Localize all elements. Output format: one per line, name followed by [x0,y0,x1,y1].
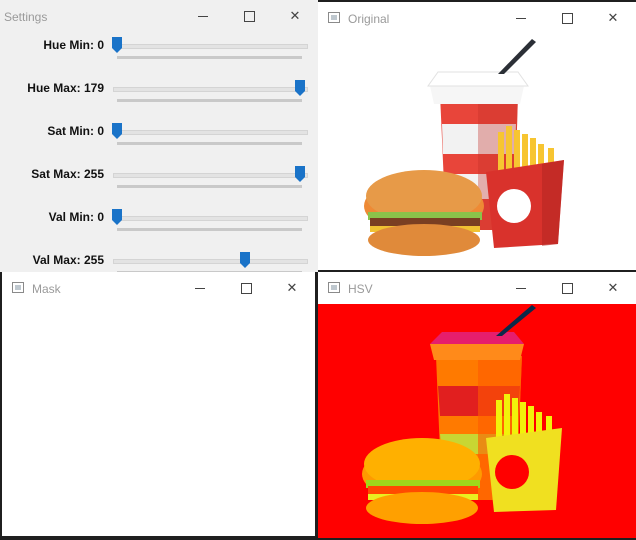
trackbar-track[interactable] [113,87,308,92]
close-icon: ✕ [607,280,619,295]
maximize-button[interactable] [544,272,590,304]
maximize-icon [243,11,255,23]
minimize-icon [195,288,205,290]
trackbar-row: Sat Min: 0 [0,122,318,165]
trackbar-label: Hue Min: 0 [43,38,104,52]
close-icon: ✕ [289,8,301,23]
settings-titlebar[interactable]: Settings ✕ [0,0,318,34]
mask-titlebar[interactable]: Mask ✕ [2,272,315,304]
hsv-illustration [362,305,562,524]
trackbar-thumb[interactable] [111,208,123,225]
close-icon: ✕ [286,280,298,295]
mask-image [2,304,315,536]
minimize-button[interactable] [177,272,223,304]
original-titlebar[interactable]: Original ✕ [318,2,636,34]
window-title: Settings [4,10,48,24]
minimize-icon [198,16,208,18]
minimize-button[interactable] [498,272,544,304]
maximize-icon [561,283,573,295]
trackbar-track[interactable] [113,173,308,178]
window-title: Mask [32,282,61,296]
trackbar-thumb[interactable] [294,165,306,182]
minimize-button[interactable] [180,0,226,32]
fast-food-illustration [364,39,564,256]
trackbar-ticks [117,56,302,59]
window-title: HSV [348,282,373,296]
close-button[interactable]: ✕ [269,272,315,304]
minimize-icon [516,18,526,20]
trackbar-row: Val Min: 0 [0,208,318,251]
trackbar-ticks [117,99,302,102]
maximize-button[interactable] [226,0,272,32]
trackbar-row: Val Max: 255 [0,251,318,272]
maximize-button[interactable] [223,272,269,304]
close-button[interactable]: ✕ [590,2,636,34]
close-button[interactable]: ✕ [590,272,636,304]
hsv-titlebar[interactable]: HSV ✕ [318,272,636,304]
trackbar-track[interactable] [113,216,308,221]
trackbar-row: Hue Min: 0 [0,36,318,79]
hsv-window: HSV ✕ [318,272,636,538]
trackbar-track[interactable] [113,130,308,135]
trackbar-thumb[interactable] [111,122,123,139]
close-button[interactable]: ✕ [272,0,318,32]
trackbar-label: Val Min: 0 [48,210,104,224]
window-app-icon [328,282,340,293]
trackbar-row: Hue Max: 179 [0,79,318,122]
close-icon: ✕ [607,10,619,25]
minimize-button[interactable] [498,2,544,34]
trackbar-row: Sat Max: 255 [0,165,318,208]
trackbar-thumb[interactable] [111,36,123,53]
hsv-image [318,304,636,538]
original-image [318,34,636,270]
trackbar-ticks [117,185,302,188]
trackbar-ticks [117,228,302,231]
maximize-button[interactable] [544,2,590,34]
trackbar-track[interactable] [113,259,308,264]
maximize-icon [561,13,573,25]
settings-window: Settings ✕ Hue Min: 0 Hue Max: 179 Sat Min… [0,0,318,272]
trackbar-label: Sat Min: 0 [47,124,104,138]
original-window: Original ✕ [318,2,636,270]
trackbar-label: Hue Max: 179 [27,81,104,95]
minimize-icon [516,288,526,290]
trackbar-label: Sat Max: 255 [31,167,104,181]
window-app-icon [328,12,340,23]
trackbar-track[interactable] [113,44,308,49]
trackbar-thumb[interactable] [239,251,251,268]
window-app-icon [12,282,24,293]
trackbar-ticks [117,142,302,145]
mask-window: Mask ✕ [2,272,315,536]
trackbar-label: Val Max: 255 [32,253,104,267]
trackbar-thumb[interactable] [294,79,306,96]
maximize-icon [240,283,252,295]
window-title: Original [348,12,390,26]
